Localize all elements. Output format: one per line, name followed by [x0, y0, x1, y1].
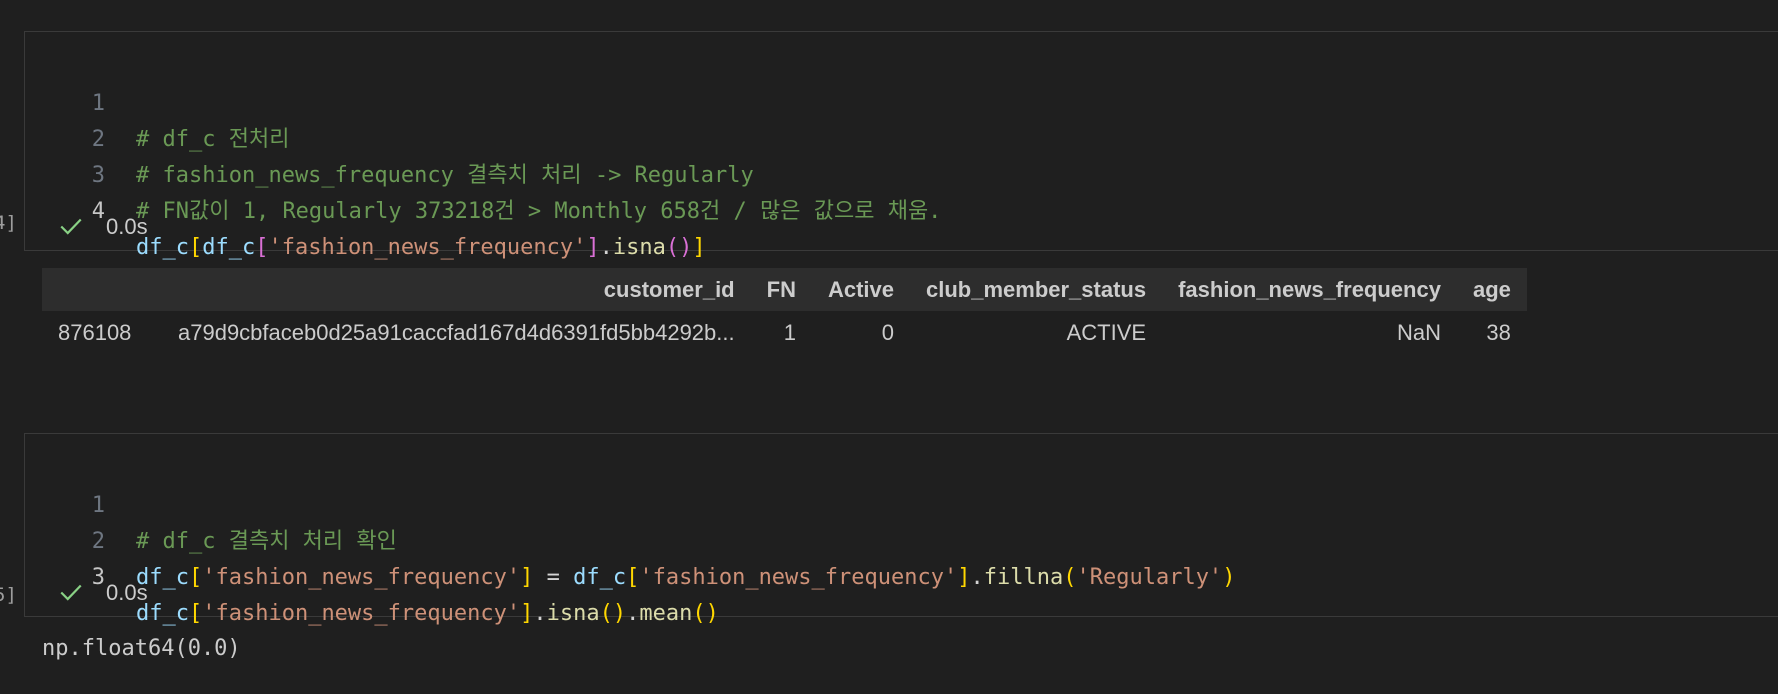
table-cell-index: 876108: [58, 320, 132, 345]
code-line: 3 # FN값이 1, Regularly 373218건 > Monthly …: [25, 122, 1778, 224]
cell-output-text: np.float64(0.0): [42, 636, 241, 661]
table-cell-club-member-status: ACTIVE: [1066, 320, 1147, 345]
code-token-string: 'fashion_news_frequency': [202, 565, 521, 590]
table-header-row: customer_id FN Active club_member_status…: [42, 268, 1527, 311]
code-line: 1 # df_c 결측치 처리 확인: [25, 452, 1778, 554]
code-token-bracket: [: [626, 565, 640, 590]
table-header-fashion-news-frequency: fashion_news_frequency: [1162, 268, 1457, 311]
code-line: 1 # df_c 전처리: [25, 50, 1778, 152]
code-token-operator: =: [533, 565, 574, 590]
code-token-operator: .: [599, 235, 613, 260]
table-row: 876108 a79d9cbfaceb0d25a91caccfad167d4d6…: [42, 311, 1527, 355]
execution-count: 5]: [0, 584, 17, 606]
table-cell-age: 38: [1486, 320, 1511, 345]
code-cell[interactable]: 1 # df_c 전처리 2 # fashion_news_frequency …: [24, 31, 1778, 260]
code-statement: df_c[df_c['fashion_news_frequency'].isna…: [136, 230, 706, 266]
dataframe-output: customer_id FN Active club_member_status…: [42, 268, 1527, 355]
table-header-customer-id: customer_id: [162, 268, 751, 311]
code-token-bracket: ]: [520, 565, 534, 590]
code-statement: df_c['fashion_news_frequency'] = df_c['f…: [136, 560, 1235, 596]
code-token-string: 'fashion_news_frequency': [639, 565, 958, 590]
code-statement: df_c['fashion_news_frequency'].isna().me…: [136, 596, 719, 632]
code-token-bracket: ): [1222, 565, 1236, 590]
table-cell-active: 0: [881, 320, 894, 345]
code-token-bracket: ]: [957, 565, 971, 590]
code-line: 2 df_c['fashion_news_frequency'] = df_c[…: [25, 488, 1778, 590]
code-token-function: mean: [639, 601, 693, 626]
code-token-bracket: ]: [520, 601, 534, 626]
table-header-active: Active: [811, 268, 910, 311]
table-cell-fashion-news-frequency: NaN: [1396, 320, 1441, 345]
code-line: 2 # fashion_news_frequency 결측치 처리 -> Reg…: [25, 86, 1778, 188]
code-token-string: 'Regularly': [1076, 565, 1223, 590]
code-token-bracket: ): [679, 235, 693, 260]
code-cell[interactable]: 1 # df_c 결측치 처리 확인 2 df_c['fashion_news_…: [24, 433, 1778, 626]
cell-status: 0.0s: [58, 578, 148, 608]
code-token-bracket: [: [188, 565, 203, 590]
code-token-bracket: [: [255, 235, 269, 260]
code-token-bracket: (): [599, 601, 627, 626]
code-token-operator: .: [533, 601, 547, 626]
code-editor[interactable]: 1 # df_c 전처리 2 # fashion_news_frequency …: [25, 32, 1778, 260]
code-editor[interactable]: 1 # df_c 결측치 처리 확인 2 df_c['fashion_news_…: [25, 434, 1778, 626]
cell-status: 0.0s: [58, 212, 148, 242]
code-token-bracket: ]: [692, 235, 706, 260]
code-token-bracket: (): [692, 601, 719, 626]
code-comment: # FN값이 1, Regularly 373218건 > Monthly 65…: [136, 199, 942, 224]
code-token-function: isna: [612, 235, 666, 260]
code-line: 4 df_c[df_c['fashion_news_frequency'].is…: [25, 158, 1778, 260]
code-line: 3 df_c['fashion_news_frequency'].isna().…: [25, 524, 1778, 626]
table-header-index: [42, 268, 162, 311]
code-token-bracket: (: [1063, 565, 1077, 590]
table-header-club-member-status: club_member_status: [910, 268, 1163, 311]
table-header-age: age: [1456, 268, 1527, 311]
execution-time: 0.0s: [106, 214, 148, 239]
execution-time: 0.0s: [106, 580, 148, 605]
code-token-operator: .: [970, 565, 984, 590]
check-icon: [60, 218, 82, 235]
code-token-function: isna: [546, 601, 600, 626]
code-token-bracket: [: [188, 601, 203, 626]
code-token-operator: .: [626, 601, 640, 626]
code-token-function: fillna: [983, 565, 1064, 590]
code-token-bracket: [: [188, 235, 203, 260]
table-header-fn: FN: [750, 268, 812, 311]
code-token-bracket: (: [665, 235, 680, 260]
code-token-variable: df_c: [202, 235, 256, 260]
execution-count: 4]: [0, 212, 17, 234]
table-cell-fn: 1: [783, 320, 796, 345]
code-token-bracket: ]: [586, 235, 600, 260]
code-token-variable: df_c: [573, 565, 627, 590]
table-cell-customer-id: a79d9cbfaceb0d25a91caccfad167d4d6391fd5b…: [178, 320, 735, 345]
code-token-string: 'fashion_news_frequency': [268, 235, 587, 260]
check-icon: [60, 584, 82, 601]
code-token-string: 'fashion_news_frequency': [202, 601, 521, 626]
